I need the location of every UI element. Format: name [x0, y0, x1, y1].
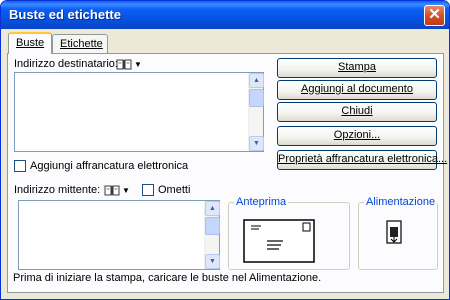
scroll-up-icon[interactable]: ▲	[205, 201, 220, 216]
postage-label: Aggiungi affrancatura elettronica	[30, 160, 189, 172]
postage-checkbox[interactable]	[14, 160, 26, 172]
envelope-preview-icon[interactable]	[243, 219, 315, 263]
sender-dropdown-icon[interactable]: ▼	[122, 186, 130, 195]
recipient-address-input[interactable]: ▲ ▼	[14, 72, 264, 152]
status-text: Prima di iniziare la stampa, caricare le…	[13, 272, 322, 284]
feed-label: Alimentazione	[364, 196, 438, 208]
tab-buste[interactable]: Buste	[8, 32, 52, 54]
add-to-document-label: Aggiungi al documento	[301, 83, 413, 95]
feed-group: Alimentazione	[358, 196, 438, 270]
scroll-up-icon[interactable]: ▲	[249, 73, 264, 88]
tab-etichette-label: Etichette	[60, 38, 103, 50]
tab-buste-label: Buste	[16, 37, 45, 49]
preview-group: Anteprima	[228, 196, 350, 270]
envelope-feed-icon[interactable]	[385, 219, 403, 245]
close-button-label: Chiudi	[341, 105, 373, 117]
address-book-icon[interactable]	[104, 185, 120, 196]
recipient-scrollbar[interactable]: ▲ ▼	[248, 73, 264, 151]
postage-properties-button[interactable]: Proprietà affrancatura elettronica...	[277, 150, 447, 170]
recipient-dropdown-icon[interactable]: ▼	[134, 60, 142, 69]
dialog-window: Buste ed etichette ✕ Buste Etichette Ind…	[0, 0, 450, 300]
omit-checkbox[interactable]	[142, 184, 154, 196]
title-bar: Buste ed etichette ✕	[1, 1, 449, 29]
close-window-button[interactable]: ✕	[424, 5, 445, 26]
recipient-label: Indirizzo destinatario:	[14, 58, 118, 70]
preview-label: Anteprima	[234, 196, 289, 208]
tab-etichette[interactable]: Etichette	[52, 34, 108, 53]
scroll-down-icon[interactable]: ▼	[249, 136, 264, 151]
add-to-document-button[interactable]: Aggiungi al documento	[277, 80, 437, 100]
scroll-thumb[interactable]	[249, 89, 264, 107]
print-button-label: Stampa	[338, 61, 376, 73]
postage-properties-label: Proprietà affrancatura elettronica...	[278, 153, 448, 165]
scroll-down-icon[interactable]: ▼	[205, 254, 220, 269]
sender-label: Indirizzo mittente:	[14, 184, 101, 196]
options-button-label: Opzioni...	[333, 129, 381, 141]
sender-address-input[interactable]: ▲ ▼	[18, 200, 220, 270]
address-book-icon[interactable]	[116, 59, 132, 70]
scroll-thumb[interactable]	[205, 217, 220, 235]
close-button[interactable]: Chiudi	[277, 102, 437, 122]
print-button[interactable]: Stampa	[277, 58, 437, 78]
options-button[interactable]: Opzioni...	[277, 126, 437, 146]
close-icon: ✕	[428, 6, 441, 23]
omit-label: Ometti	[158, 184, 191, 196]
tab-panel-buste: Indirizzo destinatario: ▼ ▲ ▼ Aggiungi a…	[7, 53, 447, 293]
window-title: Buste ed etichette	[9, 7, 121, 22]
sender-scrollbar[interactable]: ▲ ▼	[204, 201, 220, 269]
